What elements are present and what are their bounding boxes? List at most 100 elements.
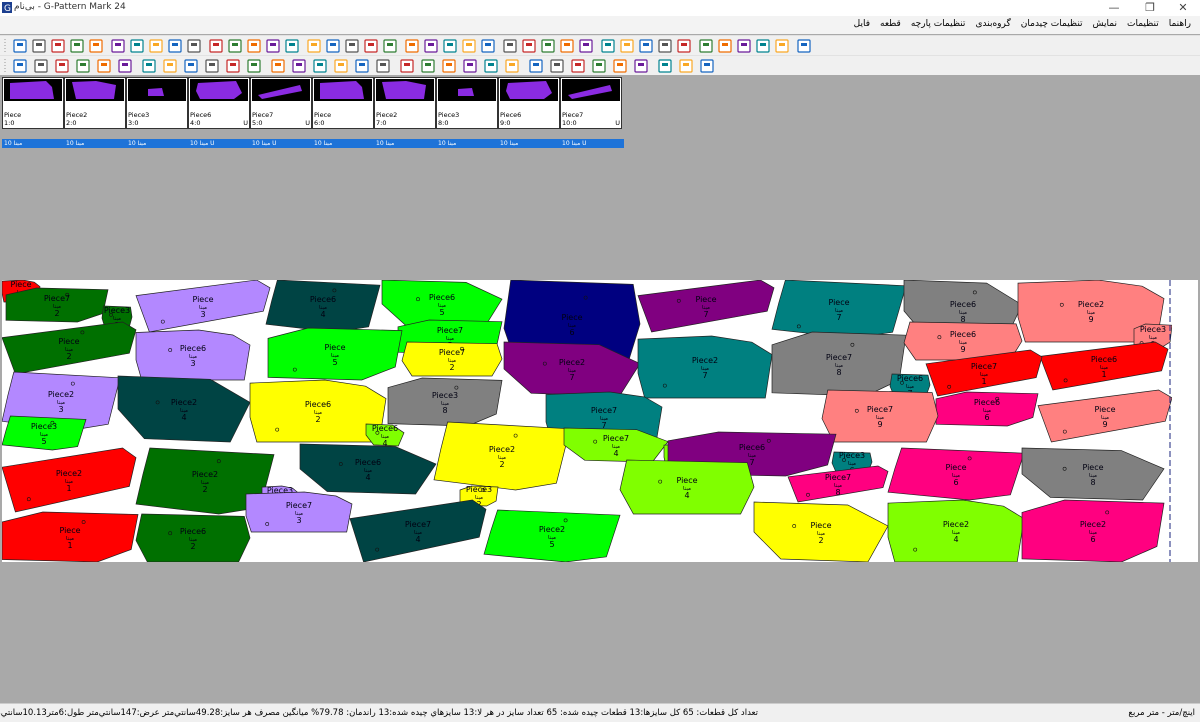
marker-piece-56[interactable]: Piece2مبنا6 — [1021, 499, 1165, 562]
new-icon[interactable] — [32, 39, 46, 53]
cross-icon[interactable] — [700, 59, 714, 73]
rotate-ccw-icon[interactable] — [355, 59, 369, 73]
mirror-icon[interactable] — [313, 59, 327, 73]
export-icon[interactable] — [285, 39, 299, 53]
open-folder-icon[interactable] — [89, 39, 103, 53]
save-icon[interactable] — [70, 39, 84, 53]
marker-piece-48[interactable]: Pieceمبنا8 — [1021, 447, 1165, 501]
delete-icon[interactable] — [592, 59, 606, 73]
sheet-icon[interactable] — [184, 59, 198, 73]
marker-piece-51[interactable]: Piece6مبنا2 — [135, 513, 251, 562]
hand-icon[interactable] — [484, 59, 498, 73]
marker-piece-55[interactable]: Piece2مبنا4 — [887, 499, 1025, 562]
prev-icon[interactable] — [271, 59, 285, 73]
marker-piece-10[interactable]: Pieceمبنا7 — [771, 280, 907, 339]
info-piece-icon[interactable] — [613, 59, 627, 73]
cut-line-icon[interactable] — [529, 59, 543, 73]
open-icon[interactable] — [51, 39, 65, 53]
refresh-icon[interactable] — [326, 39, 340, 53]
flip-icon[interactable] — [292, 59, 306, 73]
nest-icon[interactable] — [142, 59, 156, 73]
arrange-icon[interactable] — [205, 59, 219, 73]
marker-piece-54[interactable]: Pieceمبنا2 — [753, 501, 889, 562]
tool-icon[interactable] — [737, 39, 751, 53]
save-marker-icon[interactable] — [97, 59, 111, 73]
place-icon[interactable] — [376, 59, 390, 73]
view-icon[interactable] — [579, 39, 593, 53]
play-icon[interactable] — [13, 59, 27, 73]
marker-piece-47[interactable]: Pieceمبنا6 — [887, 447, 1025, 501]
marker-piece-19[interactable]: Piece2مبنا7 — [637, 335, 773, 399]
marker-piece-45[interactable]: Pieceمبنا4 — [619, 459, 755, 515]
split-icon[interactable] — [550, 59, 564, 73]
marker-piece-49[interactable]: Piece7مبنا3 — [245, 491, 353, 533]
menu-item-5[interactable]: نمایش — [1088, 16, 1122, 32]
marker-piece-29[interactable]: Piece3مبنا5 — [2, 415, 87, 451]
menu-item-0[interactable]: فایل — [849, 16, 875, 32]
report-icon[interactable] — [226, 59, 240, 73]
next-icon[interactable] — [76, 59, 90, 73]
marker-piece-26[interactable]: Piece3مبنا8 — [387, 377, 503, 427]
align-icon[interactable] — [421, 59, 435, 73]
marker-icon[interactable] — [364, 39, 378, 53]
marker-piece-25[interactable]: Piece6مبنا2 — [249, 379, 387, 443]
settings-icon[interactable] — [345, 39, 359, 53]
info-icon[interactable] — [307, 39, 321, 53]
frame-icon[interactable] — [118, 59, 132, 73]
layout-icon[interactable] — [601, 39, 615, 53]
restore-button[interactable]: ❐ — [1133, 0, 1167, 16]
fit-icon[interactable] — [503, 39, 517, 53]
piece-thumbnail-2[interactable]: Piece2 2:0 — [64, 77, 126, 129]
piece-thumbnail-4[interactable]: Piece6 4:0 U — [188, 77, 250, 129]
menu-item-7[interactable]: راهنما — [1164, 16, 1196, 32]
undo-icon[interactable] — [168, 39, 182, 53]
copy-piece-icon[interactable] — [620, 39, 634, 53]
rotate-90-icon[interactable] — [442, 59, 456, 73]
zoom-dropdown-icon[interactable] — [481, 39, 495, 53]
marker-piece-35[interactable]: Piece2مبنا2 — [433, 421, 571, 491]
marker-piece-4[interactable]: Pieceمبنا3 — [135, 280, 271, 333]
chart-icon[interactable] — [756, 39, 770, 53]
arrow-left-icon[interactable] — [505, 59, 519, 73]
layer-icon[interactable] — [797, 39, 811, 53]
piece-thumbnail-7[interactable]: Piece2 7:0 — [374, 77, 436, 129]
marker-layout[interactable]: Pieceمبنا1Piece7مبنا2Piece3مبنا2Pieceمبن… — [2, 280, 1172, 562]
print-icon[interactable] — [111, 39, 125, 53]
cut-icon[interactable] — [677, 39, 691, 53]
open-marker-icon[interactable] — [34, 59, 48, 73]
marker-piece-52[interactable]: Piece7مبنا4 — [349, 499, 487, 562]
piece-thumbnail-3[interactable]: Piece3 3:0 — [126, 77, 188, 129]
zoom-window-icon[interactable] — [541, 39, 555, 53]
step-icon[interactable] — [55, 59, 69, 73]
measure-icon[interactable] — [405, 39, 419, 53]
marker-piece-15[interactable]: Piece6مبنا3 — [135, 329, 251, 381]
marker-piece-42[interactable]: Piece6مبنا4 — [299, 443, 437, 495]
menu-item-3[interactable]: گروه‌بندی — [970, 16, 1015, 32]
piece-thumbnail-5[interactable]: Piece7 5:0 U — [250, 77, 312, 129]
rotate-icon[interactable] — [334, 59, 348, 73]
marker-piece-17[interactable]: Piece7مبنا2 — [401, 341, 503, 377]
piece-thumbnail-9[interactable]: Piece6 9:0 — [498, 77, 560, 129]
marker-piece-5[interactable]: Piece6مبنا4 — [265, 280, 381, 333]
marker-piece-34[interactable]: Pieceمبنا9 — [1037, 389, 1172, 443]
zoom-icon[interactable] — [462, 39, 476, 53]
marker-piece-22[interactable]: Piece6مبنا1 — [1039, 341, 1169, 391]
piece-thumbnail-6[interactable]: Piece 6:0 — [312, 77, 374, 129]
fill-icon[interactable] — [699, 39, 713, 53]
marker-piece-2[interactable]: Piece7مبنا2 — [5, 287, 109, 323]
marker-piece-20[interactable]: Piece7مبنا8 — [771, 331, 907, 397]
marker-piece-32[interactable]: Piece6مبنا6 — [935, 391, 1039, 427]
pen-icon[interactable] — [424, 39, 438, 53]
import-icon[interactable] — [266, 39, 280, 53]
wave-icon[interactable] — [634, 59, 648, 73]
excel-icon[interactable] — [149, 39, 163, 53]
marker-piece-16[interactable]: Pieceمبنا5 — [267, 327, 403, 381]
first-icon[interactable] — [247, 59, 261, 73]
marker-piece-9[interactable]: Pieceمبنا7 — [637, 280, 775, 333]
redo-icon[interactable] — [187, 39, 201, 53]
marker-piece-40[interactable]: Piece2مبنا1 — [2, 447, 137, 513]
menu-item-4[interactable]: تنظیمات چیدمان — [1016, 16, 1088, 32]
page-icon[interactable] — [522, 39, 536, 53]
binoculars-icon[interactable] — [228, 39, 242, 53]
minimize-button[interactable]: — — [1097, 0, 1131, 16]
